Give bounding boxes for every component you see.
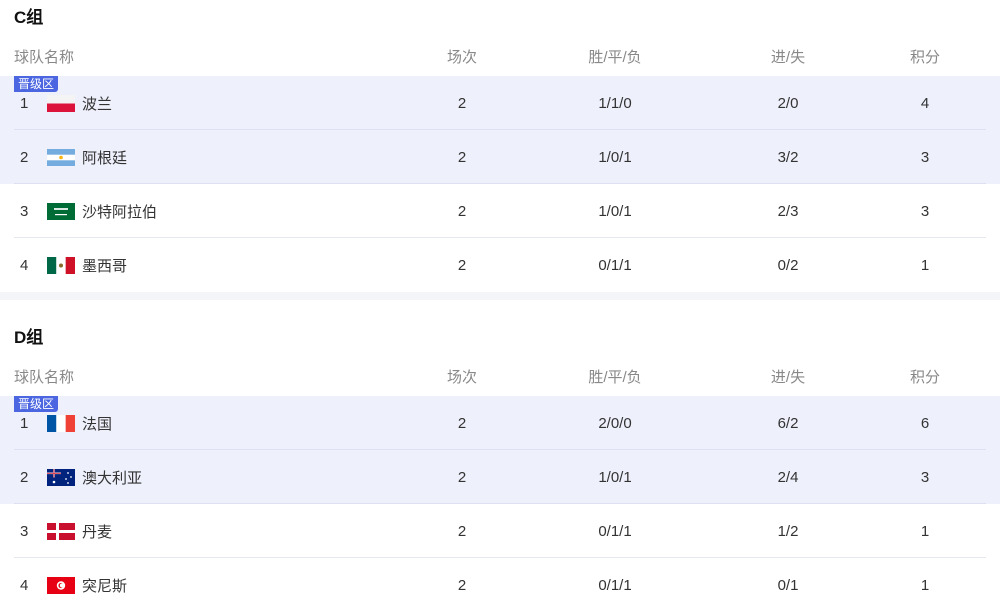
header-goals: 进/失 [770, 368, 806, 386]
played: 2 [457, 522, 467, 540]
team-name[interactable]: 法国 [82, 396, 112, 450]
table-row[interactable]: 4 墨西哥 2 0/1/1 0/2 1 [0, 238, 1000, 292]
table-row[interactable]: 晋级区 1 法国 2 2/0/0 6/2 6 [0, 396, 1000, 450]
rank: 2 [20, 148, 29, 166]
tunisia-flag-icon [47, 577, 75, 594]
goals: 1/2 [777, 522, 799, 540]
header-points: 积分 [909, 48, 940, 66]
wdl: 2/0/0 [598, 414, 632, 432]
goals: 0/2 [777, 256, 799, 274]
played: 2 [457, 468, 467, 486]
mexico-flag-icon [47, 257, 75, 274]
table-header: 球队名称 场次 胜/平/负 进/失 积分 [0, 356, 1000, 396]
goals: 2/0 [777, 94, 799, 112]
team-name[interactable]: 突尼斯 [82, 558, 127, 612]
rank: 3 [20, 522, 29, 540]
played: 2 [457, 576, 467, 594]
rank: 1 [20, 94, 29, 112]
played: 2 [457, 414, 467, 432]
wdl: 1/0/1 [598, 202, 632, 220]
goals: 0/1 [777, 576, 799, 594]
table-row[interactable]: 2 澳大利亚 2 1/0/1 2/4 3 [0, 450, 1000, 504]
rank: 3 [20, 202, 29, 220]
header-wdl: 胜/平/负 [588, 48, 642, 66]
table-header: 球队名称 场次 胜/平/负 进/失 积分 [0, 36, 1000, 76]
table-row[interactable]: 3 沙特阿拉伯 2 1/0/1 2/3 3 [0, 184, 1000, 238]
points: 4 [920, 94, 930, 112]
rank: 4 [20, 576, 29, 594]
standings-page: C组 球队名称 场次 胜/平/负 进/失 积分 晋级区 1 波兰 2 1/1/0… [0, 0, 1000, 612]
wdl: 0/1/1 [598, 522, 632, 540]
header-goals: 进/失 [770, 48, 806, 66]
rank: 4 [20, 256, 29, 274]
group-gap [0, 300, 1000, 320]
group-title: C组 [14, 8, 44, 27]
points: 3 [920, 202, 930, 220]
group-title: D组 [14, 328, 44, 347]
header-played: 场次 [446, 368, 477, 386]
header-wdl: 胜/平/负 [588, 368, 642, 386]
team-name[interactable]: 丹麦 [82, 504, 112, 558]
denmark-flag-icon [47, 523, 75, 540]
header-team: 球队名称 [14, 368, 75, 386]
played: 2 [457, 256, 467, 274]
table-row[interactable]: 晋级区 1 波兰 2 1/1/0 2/0 4 [0, 76, 1000, 130]
table-row[interactable]: 3 丹麦 2 0/1/1 1/2 1 [0, 504, 1000, 558]
table-row[interactable]: 4 突尼斯 2 0/1/1 0/1 1 [0, 558, 1000, 612]
france-flag-icon [47, 415, 75, 432]
header-points: 积分 [909, 368, 940, 386]
wdl: 0/1/1 [598, 256, 632, 274]
played: 2 [457, 94, 467, 112]
group-c: C组 球队名称 场次 胜/平/负 进/失 积分 晋级区 1 波兰 2 1/1/0… [0, 0, 1000, 292]
table-row[interactable]: 2 阿根廷 2 1/0/1 3/2 3 [0, 130, 1000, 184]
team-name[interactable]: 墨西哥 [82, 238, 127, 292]
header-team: 球队名称 [14, 48, 75, 66]
points: 6 [920, 414, 930, 432]
goals: 2/3 [777, 202, 799, 220]
wdl: 1/0/1 [598, 148, 632, 166]
points: 1 [920, 522, 930, 540]
points: 3 [920, 148, 930, 166]
group-separator [0, 292, 1000, 300]
goals: 6/2 [777, 414, 799, 432]
played: 2 [457, 202, 467, 220]
points: 1 [920, 576, 930, 594]
points: 3 [920, 468, 930, 486]
rank: 2 [20, 468, 29, 486]
points: 1 [920, 256, 930, 274]
team-name[interactable]: 波兰 [82, 76, 112, 130]
team-name[interactable]: 阿根廷 [82, 130, 127, 184]
argentina-flag-icon [47, 149, 75, 166]
australia-flag-icon [47, 469, 75, 486]
played: 2 [457, 148, 467, 166]
goals: 3/2 [777, 148, 799, 166]
rank: 1 [20, 414, 29, 432]
wdl: 1/1/0 [598, 94, 632, 112]
team-name[interactable]: 澳大利亚 [82, 450, 142, 504]
saudi-arabia-flag-icon [47, 203, 75, 220]
group-d: D组 球队名称 场次 胜/平/负 进/失 积分 晋级区 1 法国 2 2/0/0… [0, 320, 1000, 612]
goals: 2/4 [777, 468, 799, 486]
header-played: 场次 [446, 48, 477, 66]
wdl: 0/1/1 [598, 576, 632, 594]
poland-flag-icon [47, 95, 75, 112]
wdl: 1/0/1 [598, 468, 632, 486]
team-name[interactable]: 沙特阿拉伯 [82, 184, 157, 238]
